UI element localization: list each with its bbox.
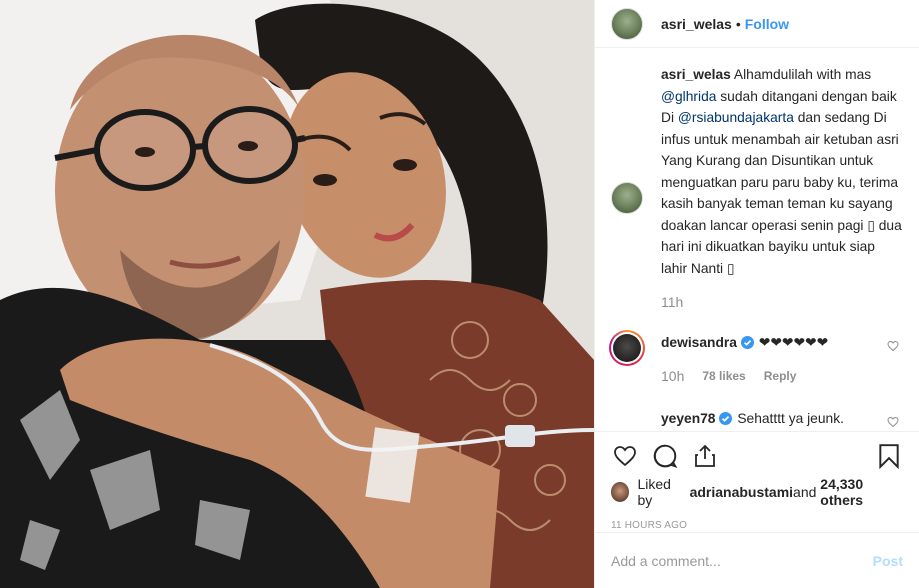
caption-emoji-1: ▯ [867,217,875,233]
likes-count[interactable]: 24,330 others [820,476,903,508]
comment-likes[interactable]: 78 likes [702,366,745,388]
comment-like-heart-icon[interactable] [887,340,899,352]
post-timestamp[interactable]: 11 HOURS AGO [611,520,903,531]
comment-item: yeyen78 Sehatttt ya jeunk. [611,408,903,430]
comment-time[interactable]: 10h [661,366,684,388]
comment-meta: 10h 78 likes Reply [661,366,903,388]
comment-input[interactable] [611,552,873,569]
caption-body: asri_welas Alhamdulilah with mas @glhrid… [661,64,903,314]
caption: asri_welas Alhamdulilah with mas @glhrid… [611,67,903,314]
verified-icon [719,411,733,425]
liker-avatar[interactable] [611,482,630,502]
caption-text-1: Alhamdulilah with mas [733,67,872,82]
action-icons [611,432,903,480]
likes-prefix: Liked by [637,476,671,508]
caption-text-3: dan sedang Di infus untuk menambah air k… [661,110,899,233]
comment-username[interactable]: yeyen78 [661,411,715,426]
comment-body: dewisandra ❤❤❤❤❤❤ 10h 78 likes Reply [661,332,903,388]
author-username[interactable]: asri_welas [661,16,732,32]
bookmark-icon[interactable] [875,442,903,470]
share-icon[interactable] [691,442,719,470]
caption-time[interactable]: 11h [661,292,683,314]
selfie-photo [0,0,594,588]
heart-icon[interactable] [611,442,639,470]
caption-username[interactable]: asri_welas [661,67,731,82]
instagram-post: asri_welas • Follow asri_welas Alhamduli… [0,0,919,588]
post-comment-button[interactable]: Post [873,553,903,569]
comment-like-heart-icon[interactable] [887,416,899,428]
comments-list[interactable]: asri_welas Alhamdulilah with mas @glhrid… [595,64,919,430]
follow-button[interactable]: Follow [745,16,789,32]
caption-meta: 11h [661,292,903,314]
likes-user[interactable]: adrianabustami [690,484,793,500]
likes-summary: Liked by adrianabustami and 24,330 other… [611,476,903,508]
likes-middle: and [793,484,817,500]
comment-item: dewisandra ❤❤❤❤❤❤ 10h 78 likes Reply [609,329,903,388]
caption-mention-rsiabundajakarta[interactable]: @rsiabundajakarta [678,110,794,125]
comment-text: ❤❤❤❤❤❤ [758,334,829,350]
post-side-panel: asri_welas • Follow asri_welas Alhamduli… [594,0,919,588]
post-actions: Liked by adrianabustami and 24,330 other… [595,431,919,531]
caption-emoji-2: ▯ [726,260,735,276]
add-comment-bar: Post [595,532,919,588]
author-avatar[interactable] [611,7,643,40]
post-photo[interactable] [0,0,594,588]
post-header: asri_welas • Follow [595,0,919,48]
comment-text: Sehatttt ya jeunk. [737,410,844,426]
commenter-avatar-placeholder [611,408,643,430]
comment-icon[interactable] [651,442,679,470]
caption-avatar[interactable] [611,182,643,214]
verified-icon [740,335,754,349]
commenter-avatar[interactable] [609,329,645,366]
caption-mention-glhrida[interactable]: @glhrida [661,89,716,104]
header-separator: • [735,15,741,32]
reply-button[interactable]: Reply [764,366,797,388]
comment-body: yeyen78 Sehatttt ya jeunk. [661,408,903,430]
comment-username[interactable]: dewisandra [661,335,737,350]
